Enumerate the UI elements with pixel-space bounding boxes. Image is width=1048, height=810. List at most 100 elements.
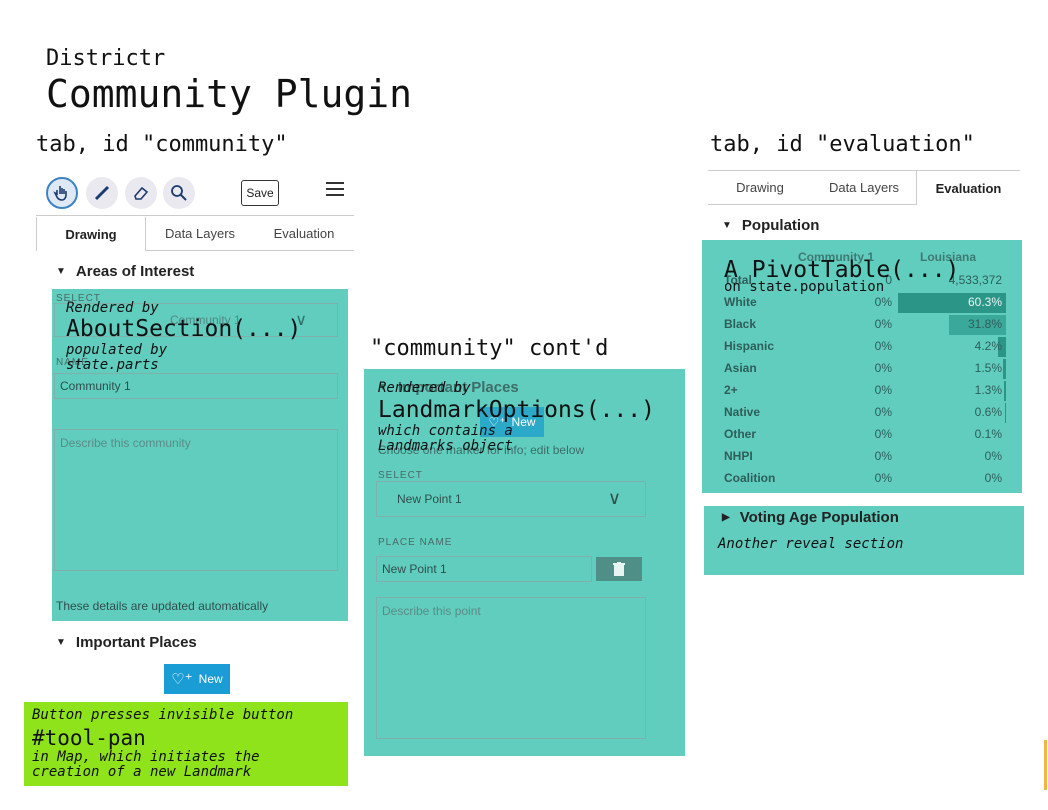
pivot-row-state-value: 4.2%	[974, 339, 1002, 353]
note-line3: in Map, which initiates the	[32, 749, 260, 765]
pivot-row-state-value: 1.5%	[974, 361, 1002, 375]
edge-marker	[1044, 740, 1047, 790]
pivot-row-state-value: 31.8%	[967, 317, 1002, 331]
landmark-overlay-line3: which contains a	[378, 423, 513, 439]
auto-update-note: These details are updated automatically	[56, 599, 269, 613]
pivot-row-community-value: 0%	[874, 405, 892, 419]
pivot-row: Other 0% 0.1%	[702, 424, 1024, 446]
landmark-overlay-line4: Landmarks object	[378, 438, 513, 454]
pivot-row-community-value: 0%	[874, 317, 892, 331]
pivot-row-state-value: 1.3%	[974, 383, 1002, 397]
landmark-overlay-line1: Rendered by	[378, 380, 471, 396]
pivot-row: Hispanic 0% 4.2%	[702, 336, 1024, 358]
tab-data-layers[interactable]: Data Layers	[812, 171, 916, 205]
pivot-share-bar	[1003, 359, 1006, 379]
population-heading[interactable]: ▼ Population	[722, 217, 819, 234]
note-line1: Button presses invisible button	[32, 707, 294, 723]
caret-down-icon: ▼	[56, 637, 66, 648]
tab-evaluation[interactable]: Evaluation	[916, 171, 1020, 205]
vap-heading-label: Voting Age Population	[739, 509, 899, 526]
inspect-icon[interactable]	[163, 177, 195, 209]
pivot-row-label: Asian	[724, 361, 757, 375]
note-line2: #tool-pan	[32, 726, 146, 750]
community-name-input[interactable]: Community 1	[54, 373, 338, 399]
note-line4: creation of a new Landmark	[32, 764, 252, 780]
chevron-down-icon: ∨	[607, 488, 621, 508]
pivot-row-label: Other	[724, 427, 757, 441]
tab-drawing[interactable]: Drawing	[708, 171, 812, 205]
about-section: SELECT Community 1 ∨ NAME Community 1 De…	[52, 289, 348, 621]
trash-icon	[613, 562, 625, 576]
population-heading-label: Population	[741, 217, 820, 234]
slide-title: Community Plugin	[46, 72, 413, 116]
marker-plus-icon: ♡⁺	[171, 671, 193, 688]
pivot-share-bar	[1004, 381, 1006, 401]
place-name-label: PLACE NAME	[378, 537, 453, 548]
voting-age-section: ▶ Voting Age Population Another reveal s…	[704, 506, 1024, 575]
left-tabs: Drawing Data Layers Evaluation	[36, 217, 354, 251]
pivot-overlay-line2: on state.population	[724, 279, 885, 295]
tab-drawing[interactable]: Drawing	[36, 217, 146, 251]
pivot-row-community-value: 0%	[874, 339, 892, 353]
tab-data-layers[interactable]: Data Layers	[146, 217, 254, 251]
landmark-select-value: New Point 1	[397, 492, 462, 506]
caret-right-icon: ▶	[722, 512, 730, 523]
pivot-share-bar	[1005, 403, 1006, 423]
places-heading-label: Important Places	[75, 634, 197, 651]
places-heading[interactable]: ▼ Important Places	[56, 634, 197, 651]
about-overlay-line3: populated by	[66, 342, 168, 358]
pivot-row-community-value: 0%	[874, 471, 892, 485]
pivot-row-label: Hispanic	[724, 339, 775, 353]
brush-icon[interactable]	[86, 177, 118, 209]
pivot-row-label: Native	[724, 405, 761, 419]
caption-evaluation: tab, id "evaluation"	[710, 132, 975, 157]
about-overlay-line1: Rendered by	[66, 300, 159, 316]
pivot-row: NHPI 0% 0%	[702, 446, 1024, 468]
pivot-row-state-value: 0%	[984, 449, 1002, 463]
delete-place-button[interactable]	[596, 557, 642, 581]
about-overlay-line2: AboutSection(...)	[66, 316, 302, 342]
pivot-row-community-value: 0%	[874, 427, 892, 441]
pivot-row: Coalition 0% 0%	[702, 468, 1024, 490]
pivot-row-label: Coalition	[724, 471, 776, 485]
new-place-button[interactable]: ♡⁺ New	[164, 664, 230, 694]
caption-community: tab, id "community"	[36, 132, 288, 157]
areas-heading-label: Areas of Interest	[75, 263, 195, 280]
caret-down-icon: ▼	[56, 266, 66, 277]
caption-community-contd: "community" cont'd	[370, 336, 609, 361]
caret-down-icon: ▼	[722, 220, 732, 231]
toolbar: Save	[36, 172, 354, 216]
mid-select-label: SELECT	[378, 470, 423, 481]
pan-icon[interactable]	[46, 177, 78, 209]
eraser-icon[interactable]	[125, 177, 157, 209]
pivot-row-state-value: 0%	[984, 471, 1002, 485]
save-button[interactable]: Save	[241, 180, 279, 206]
vap-note: Another reveal section	[718, 536, 904, 552]
community-description[interactable]: Describe this community	[54, 429, 338, 571]
pivot-row: Black 0% 31.8%	[702, 314, 1024, 336]
pivot-row-state-value: 60.3%	[967, 295, 1002, 309]
about-overlay-line4: state.parts	[66, 357, 159, 373]
landmark-select[interactable]: New Point 1 ∨	[376, 481, 646, 517]
pivot-row-label: White	[724, 295, 757, 309]
landmark-options: ▼ Important Places ♡⁺ New Choose one mar…	[364, 369, 685, 756]
slide-subtitle: Districtr	[46, 46, 166, 71]
place-name-input[interactable]: New Point 1	[376, 556, 592, 582]
tab-evaluation[interactable]: Evaluation	[254, 217, 354, 251]
pivot-row-community-value: 0%	[874, 449, 892, 463]
right-tabs: Drawing Data Layers Evaluation	[708, 170, 1020, 205]
pivot-row: Native 0% 0.6%	[702, 402, 1024, 424]
new-place-label: New	[198, 672, 223, 686]
pivot-row-state-value: 0.6%	[974, 405, 1002, 419]
pivot-row-state-value: 0.1%	[974, 427, 1002, 441]
pivot-row: Asian 0% 1.5%	[702, 358, 1024, 380]
pivot-table: Community 1 Louisiana Total 0 4,533,372 Whi…	[702, 240, 1022, 493]
areas-heading[interactable]: ▼ Areas of Interest	[56, 263, 194, 280]
place-description[interactable]: Describe this point	[376, 597, 646, 739]
menu-icon[interactable]	[326, 182, 344, 200]
vap-heading[interactable]: ▶ Voting Age Population	[722, 509, 899, 526]
pivot-row-community-value: 0%	[874, 295, 892, 309]
pivot-row-label: Black	[724, 317, 757, 331]
pivot-row-community-value: 0%	[874, 361, 892, 375]
pivot-row: 2+ 0% 1.3%	[702, 380, 1024, 402]
